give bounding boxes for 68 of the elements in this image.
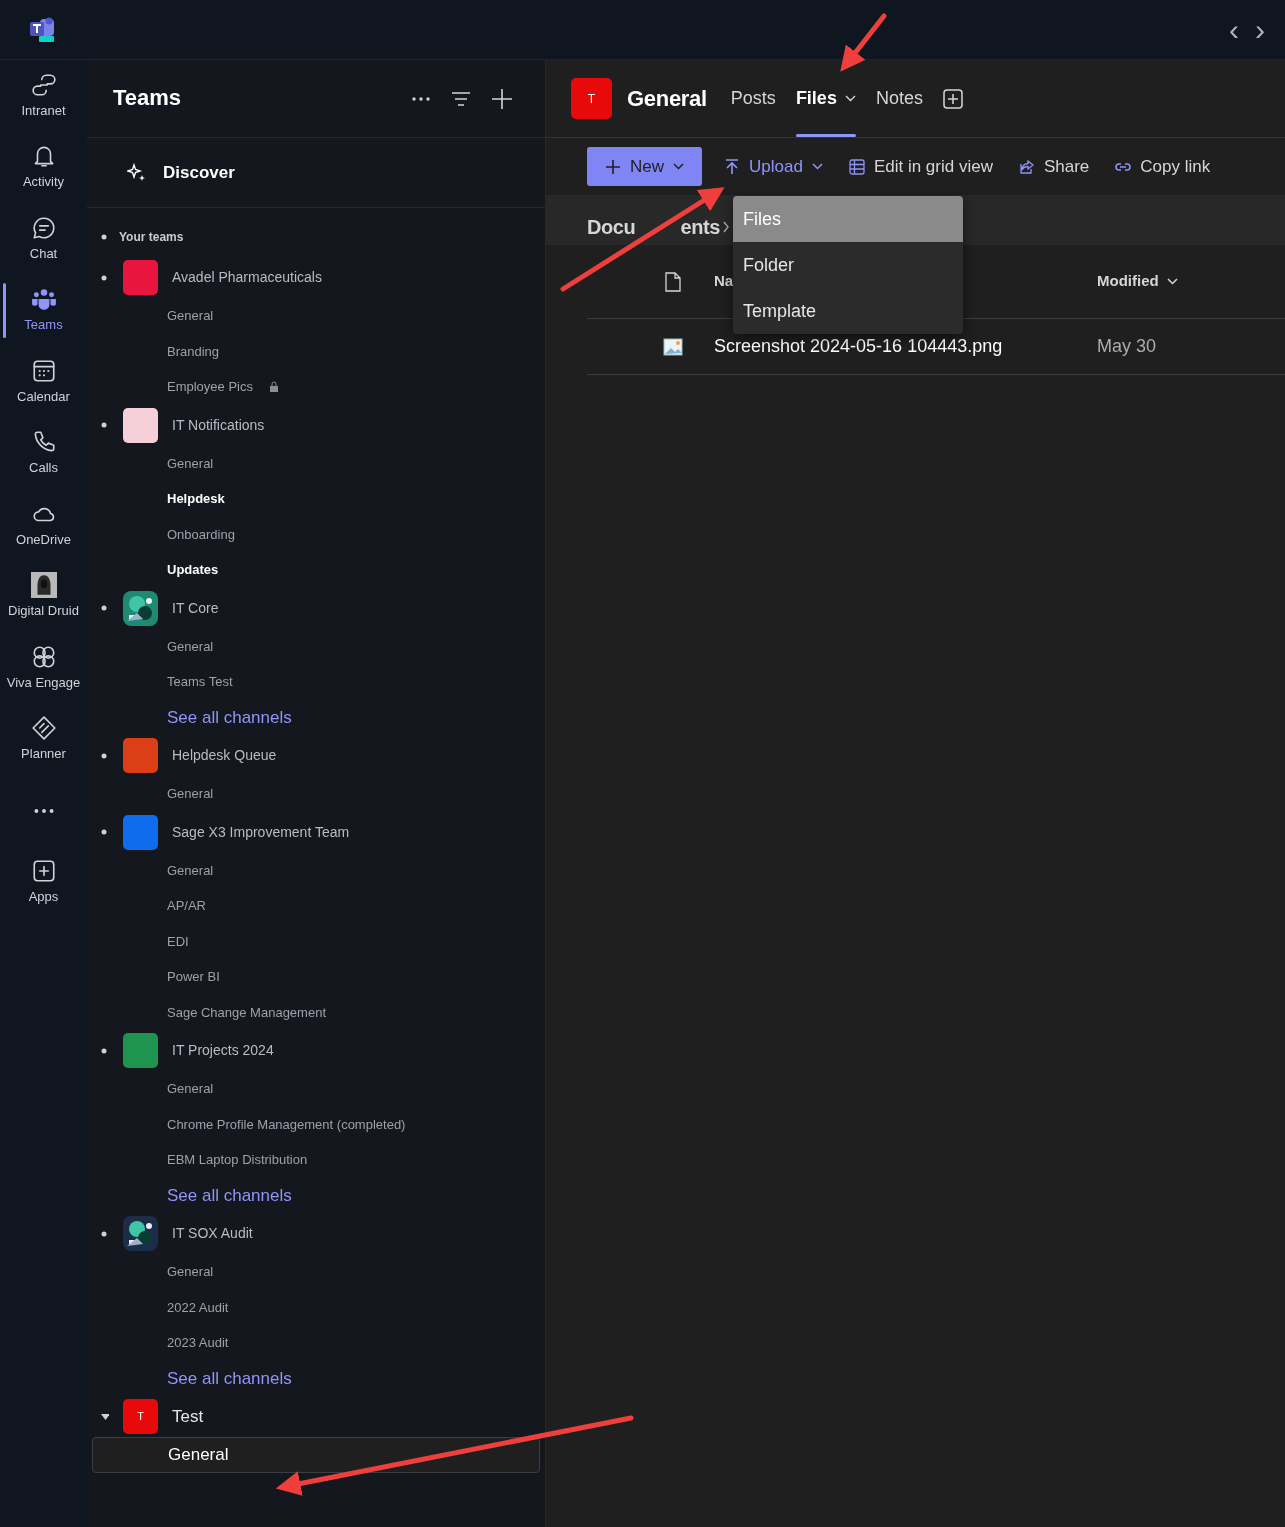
channel-name[interactable]: General: [167, 306, 214, 326]
channel-tab[interactable]: Posts: [730, 59, 776, 138]
team-name[interactable]: Avadel Pharmaceuticals: [172, 267, 322, 288]
channel-name[interactable]: EBM Laptop Distribution: [167, 1150, 308, 1170]
channel-name[interactable]: AP/AR: [167, 896, 206, 916]
channel-name[interactable]: General: [167, 860, 214, 880]
channel-name[interactable]: Sage Change Management: [167, 1002, 326, 1022]
channel-name[interactable]: Employee Pics: [167, 377, 253, 397]
see-all-channels-link[interactable]: See all channels: [167, 1182, 292, 1208]
section-heading: Your teams: [119, 228, 184, 246]
team-name[interactable]: Sage X3 Improvement Team: [172, 821, 350, 843]
channel-name[interactable]: EDI: [167, 931, 189, 951]
channel-name[interactable]: General: [167, 1079, 214, 1099]
channel-name[interactable]: Helpdesk: [167, 489, 225, 509]
channel-name[interactable]: 2022 Audit: [167, 1297, 229, 1317]
breadcrumb-text[interactable]: ents: [680, 217, 720, 237]
breadcrumb-text[interactable]: Docu: [587, 217, 636, 237]
column-header[interactable]: Modified: [1097, 270, 1159, 293]
channel-name[interactable]: Teams Test: [167, 672, 233, 692]
channel-name[interactable]: Updates: [167, 560, 219, 580]
toolbar-button[interactable]: Copy link: [1103, 147, 1223, 186]
channel-title: General: [627, 85, 707, 113]
file-name[interactable]: Screenshot 2024-05-16 104443.png: [714, 333, 1097, 360]
team-name[interactable]: Test: [172, 1403, 204, 1430]
team-avatar: T: [123, 1399, 158, 1434]
channel-avatar: T: [571, 78, 612, 119]
channel-name[interactable]: General: [167, 636, 214, 656]
rail-item[interactable]: Planner: [0, 703, 87, 775]
rail-item[interactable]: Activity: [0, 131, 87, 203]
channel-name[interactable]: Onboarding: [167, 524, 235, 544]
panel-title: Teams: [113, 85, 183, 112]
rail-item[interactable]: Calendar: [0, 346, 87, 418]
toolbar-button[interactable]: Upload: [712, 147, 835, 186]
rail-item[interactable]: Calls: [0, 417, 87, 489]
column-header[interactable]: Na: [714, 272, 734, 290]
rail-item[interactable]: OneDrive: [0, 489, 87, 561]
forward-button[interactable]: ›: [1247, 14, 1273, 45]
team-name[interactable]: IT SOX Audit: [172, 1223, 253, 1244]
menu-item[interactable]: Template: [733, 288, 963, 334]
selected-channel[interactable]: General: [92, 1437, 540, 1473]
team-name[interactable]: IT Core: [172, 597, 219, 619]
back-button[interactable]: ‹: [1221, 14, 1247, 45]
toolbar-button[interactable]: Share: [1006, 147, 1102, 186]
rail-item[interactable]: Apps: [0, 846, 87, 918]
rail-item[interactable]: Viva Engage: [0, 632, 87, 704]
rail-item[interactable]: Digital Druid: [0, 560, 87, 632]
channel-tab[interactable]: Files: [795, 59, 856, 138]
team-name[interactable]: Helpdesk Queue: [172, 745, 277, 766]
channel-tab[interactable]: Notes: [875, 59, 923, 138]
channel-name[interactable]: General: [167, 784, 214, 804]
menu-item[interactable]: Folder: [733, 242, 963, 288]
channel-name[interactable]: Branding: [167, 341, 220, 361]
team-name[interactable]: IT Notifications: [172, 414, 265, 436]
channel-name[interactable]: General: [167, 1262, 214, 1282]
channel-name[interactable]: Power BI: [167, 967, 220, 987]
channel-name[interactable]: Chrome Profile Management (completed): [167, 1114, 406, 1134]
toolbar-button[interactable]: Edit in grid view: [836, 147, 1005, 186]
modified-date: May 30: [1097, 335, 1157, 358]
team-name[interactable]: IT Projects 2024: [172, 1040, 274, 1061]
channel-name[interactable]: General: [167, 453, 214, 473]
toolbar-button[interactable]: New: [587, 147, 702, 186]
discover-link[interactable]: Discover: [163, 159, 235, 186]
see-all-channels-link[interactable]: See all channels: [167, 704, 292, 730]
see-all-channels-link[interactable]: See all channels: [167, 1365, 292, 1391]
rail-item[interactable]: Chat: [0, 203, 87, 275]
rail-item[interactable]: Teams: [0, 274, 87, 346]
rail-item[interactable]: Intranet: [0, 60, 87, 132]
channel-name[interactable]: 2023 Audit: [167, 1333, 229, 1353]
